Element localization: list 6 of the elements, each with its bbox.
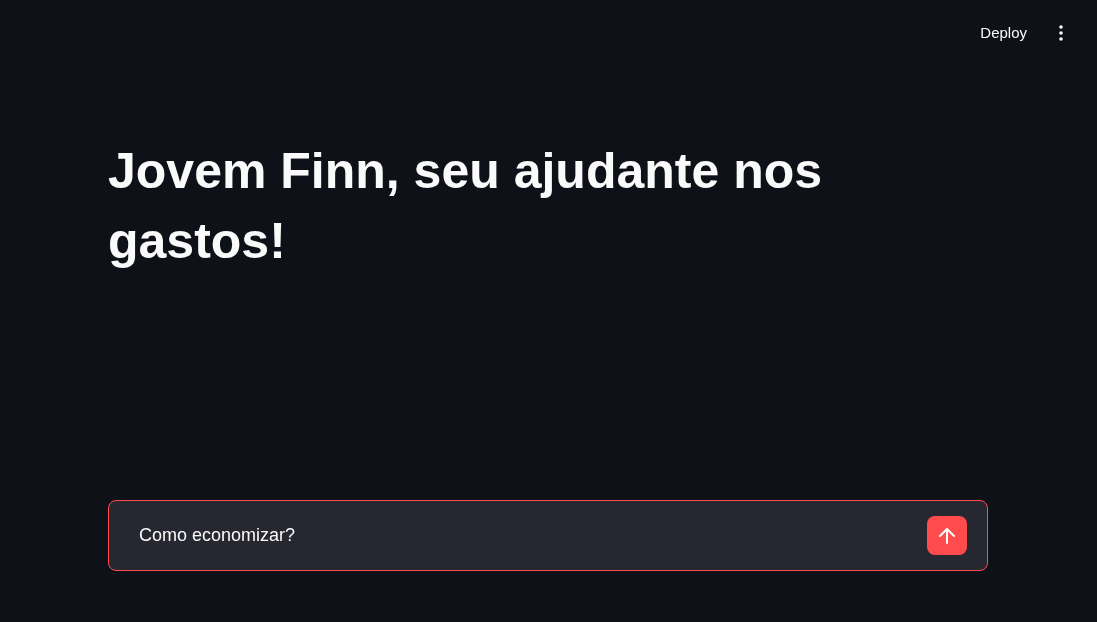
arrow-up-icon bbox=[938, 526, 956, 545]
deploy-button[interactable]: Deploy bbox=[974, 15, 1033, 51]
page-title: Jovem Finn, seu ajudante nos gastos! bbox=[108, 142, 824, 271]
send-button[interactable] bbox=[927, 516, 967, 555]
chat-input[interactable]: Como economizar? bbox=[108, 500, 988, 571]
message-input[interactable]: Como economizar? bbox=[139, 522, 915, 549]
